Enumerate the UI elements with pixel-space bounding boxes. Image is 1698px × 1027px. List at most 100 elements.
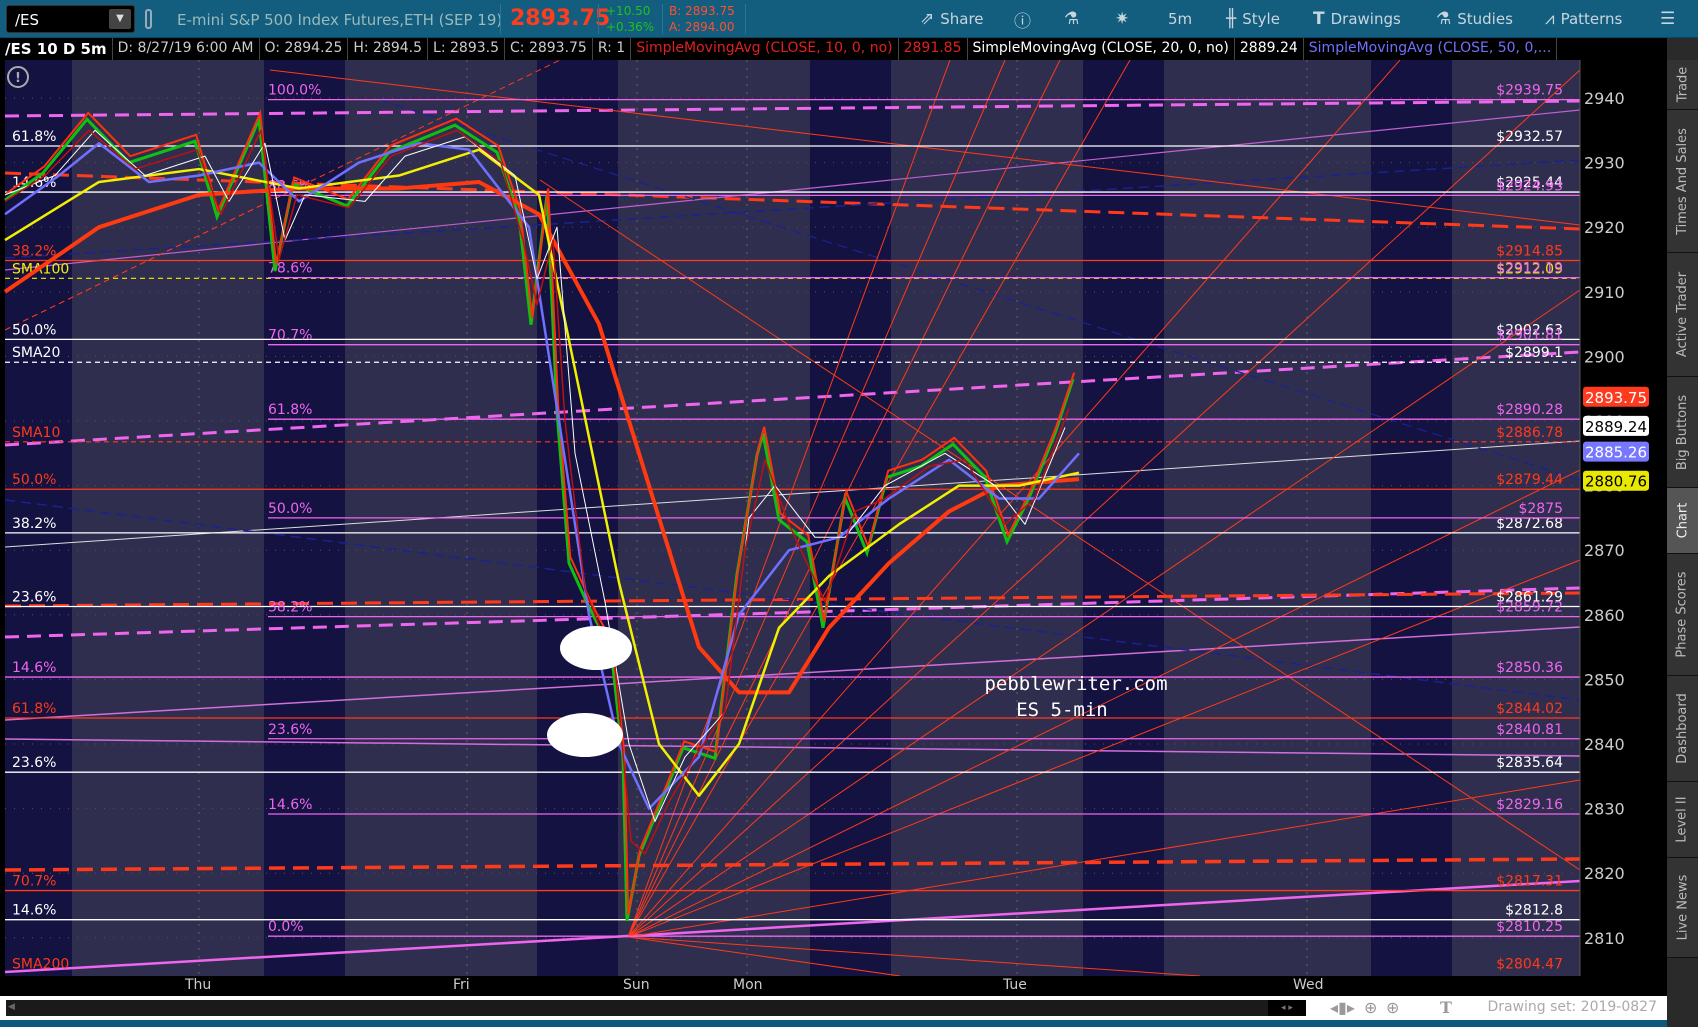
toolbar: /ES ▼ E-mini S&P 500 Index Futures,ETH (S… — [0, 0, 1698, 38]
zoom-icon[interactable]: ⊕ — [1386, 998, 1399, 1017]
text-t-icon: T — [1313, 9, 1325, 29]
price-axis-tick: 2920 — [1584, 218, 1625, 237]
level-price-label: $2879.44 — [1496, 472, 1563, 488]
flask-icon: ⚗ — [1064, 9, 1080, 29]
menu-button[interactable]: ☰ — [1660, 0, 1675, 38]
share-icon: ⇗ — [920, 9, 935, 29]
flask-button[interactable]: ⚗ — [1064, 0, 1079, 38]
level-label: 70.7% — [12, 874, 56, 890]
price-chart[interactable]: 2810282028302840285028602870288028902900… — [0, 60, 1667, 976]
sidebar-tab-dashboard[interactable]: Dashboard — [1667, 676, 1698, 782]
level-price-label: $2810.25 — [1496, 919, 1563, 935]
crosshair-icon[interactable]: ⊕ — [1364, 998, 1377, 1017]
scroll-left-icon[interactable]: ◀ — [8, 1002, 16, 1014]
level-label: 38.2% — [12, 516, 56, 532]
level-label: 100.0% — [268, 83, 321, 99]
sidebar-tab-label: Trade — [1675, 66, 1690, 103]
bar-open: O: 2894.25 — [260, 38, 349, 60]
level-label: 38.2% — [268, 600, 312, 616]
highlight-ellipse — [547, 713, 623, 757]
share-button[interactable]: ⇗ Share — [920, 0, 984, 38]
sidebar-tab-phase-scores[interactable]: Phase Scores — [1667, 554, 1698, 676]
level-price-label: $2844.02 — [1496, 701, 1563, 717]
sma20-value: 2889.24 — [1235, 38, 1304, 60]
chart-footer: ◀ ◂ ▸ ◂▮▸ ⊕ ⊕ T Drawing set: 2019-0827 — [0, 996, 1667, 1020]
time-axis: Thu Fri Sun Mon Tue Wed — [0, 976, 1667, 996]
list-menu-icon: ☰ — [1660, 9, 1676, 29]
style-button[interactable]: ╫ Style — [1226, 0, 1280, 38]
symbol-selector[interactable]: /ES ▼ — [6, 5, 135, 33]
scroll-arrows-icon[interactable]: ◂ ▸ — [1268, 1000, 1306, 1016]
pan-icon[interactable]: ◂▮▸ — [1330, 998, 1355, 1017]
highlight-ellipse — [560, 626, 632, 670]
sidebar-tab-live-news[interactable]: Live News — [1667, 858, 1698, 958]
level-label: 14.6% — [12, 903, 56, 919]
level-label: 23.6% — [12, 755, 56, 771]
sidebar-tab-label: Phase Scores — [1675, 571, 1691, 658]
sidebar-tab-active-trader[interactable]: Active Trader — [1667, 253, 1698, 377]
price-axis-tick: 2810 — [1584, 929, 1625, 948]
drawing-set[interactable]: Drawing set: 2019-0827 — [1487, 999, 1657, 1015]
level-price-label: $2890.28 — [1496, 402, 1563, 418]
chevron-down-icon[interactable]: ▼ — [109, 9, 131, 29]
price-badge-value: 2893.75 — [1585, 389, 1647, 407]
sidebar-tab-times-and-sales[interactable]: Times And Sales — [1667, 110, 1698, 253]
level-price-label: $2835.64 — [1496, 755, 1563, 771]
gear-icon: ✷ — [1115, 9, 1130, 29]
studies-label: Studies — [1457, 10, 1513, 28]
change-value: +10.50 — [606, 4, 651, 18]
info-button[interactable]: ⓘ — [1014, 0, 1031, 38]
bar-low: L: 2893.5 — [428, 38, 505, 60]
price-axis-tick: 2860 — [1584, 606, 1625, 625]
candle-icon: ╫ — [1226, 9, 1237, 29]
sma20-study[interactable]: SimpleMovingAvg (CLOSE, 20, 0, no) — [968, 38, 1235, 60]
level-label: 50.0% — [268, 501, 312, 517]
studies-button[interactable]: ⚗ Studies — [1436, 0, 1513, 38]
bar-date: D: 8/27/19 6:00 AM — [113, 38, 260, 60]
price-axis-tick: 2900 — [1584, 347, 1625, 366]
symbol-value: /ES — [15, 11, 40, 29]
timeframe-button[interactable]: 5m — [1168, 0, 1192, 38]
session-band — [72, 60, 264, 976]
link-icon[interactable] — [145, 9, 152, 29]
bid-price: B: 2893.75 — [669, 4, 735, 18]
sidebar-tab-big-buttons[interactable]: Big Buttons — [1667, 377, 1698, 488]
price-axis-tick: 2820 — [1584, 864, 1625, 883]
level-label: SMA20 — [12, 345, 60, 361]
level-price-label: $2901.81 — [1496, 328, 1563, 344]
price-axis-tick: 2840 — [1584, 735, 1625, 754]
horizontal-scrollbar[interactable]: ◀ ◂ ▸ — [6, 1000, 1306, 1016]
level-label: SMA200 — [12, 957, 69, 973]
price-badge-value: 2880.76 — [1585, 473, 1647, 491]
divider — [662, 4, 663, 34]
time-axis-label: Sun — [623, 977, 650, 993]
ask-price: A: 2894.00 — [669, 20, 735, 34]
sma10-study[interactable]: SimpleMovingAvg (CLOSE, 10, 0, no) — [631, 38, 899, 60]
level-label: 23.6% — [268, 722, 312, 738]
sidebar-tab-level-ii[interactable]: Level II — [1667, 782, 1698, 858]
price-axis-tick: 2930 — [1584, 154, 1625, 173]
divider — [500, 4, 501, 34]
drawings-button[interactable]: T Drawings — [1313, 0, 1401, 38]
watermark-label: ES 5-min — [1016, 699, 1108, 721]
sidebar-tab-chart[interactable]: Chart — [1667, 488, 1698, 554]
text-t-icon[interactable]: T — [1440, 998, 1452, 1017]
patterns-button[interactable]: ⩘ Patterns — [1545, 0, 1622, 38]
price-badge-value: 2885.26 — [1585, 444, 1647, 462]
price-axis-tick: 2910 — [1584, 283, 1625, 302]
bid-ask: B: 2893.75 A: 2894.00 — [669, 3, 735, 35]
settings-button[interactable]: ✷ — [1115, 0, 1129, 38]
style-label: Style — [1242, 10, 1280, 28]
sidebar-tab-trade[interactable]: Trade — [1667, 60, 1698, 110]
chart-title: /ES 10 D 5m — [0, 38, 113, 60]
pattern-icon: ⩘ — [1545, 9, 1555, 29]
level-label: 23.6% — [12, 589, 56, 605]
sidebar-tab-label: Big Buttons — [1675, 394, 1691, 470]
bar-range: R: 1 — [593, 38, 632, 60]
patterns-label: Patterns — [1560, 10, 1623, 28]
time-axis-label: Mon — [733, 977, 763, 993]
level-label: SMA10 — [12, 425, 60, 441]
level-label: 14.6% — [12, 660, 56, 676]
price-axis-tick: 2870 — [1584, 541, 1625, 560]
sma50-study[interactable]: SimpleMovingAvg (CLOSE, 50, 0,... — [1304, 38, 1558, 60]
